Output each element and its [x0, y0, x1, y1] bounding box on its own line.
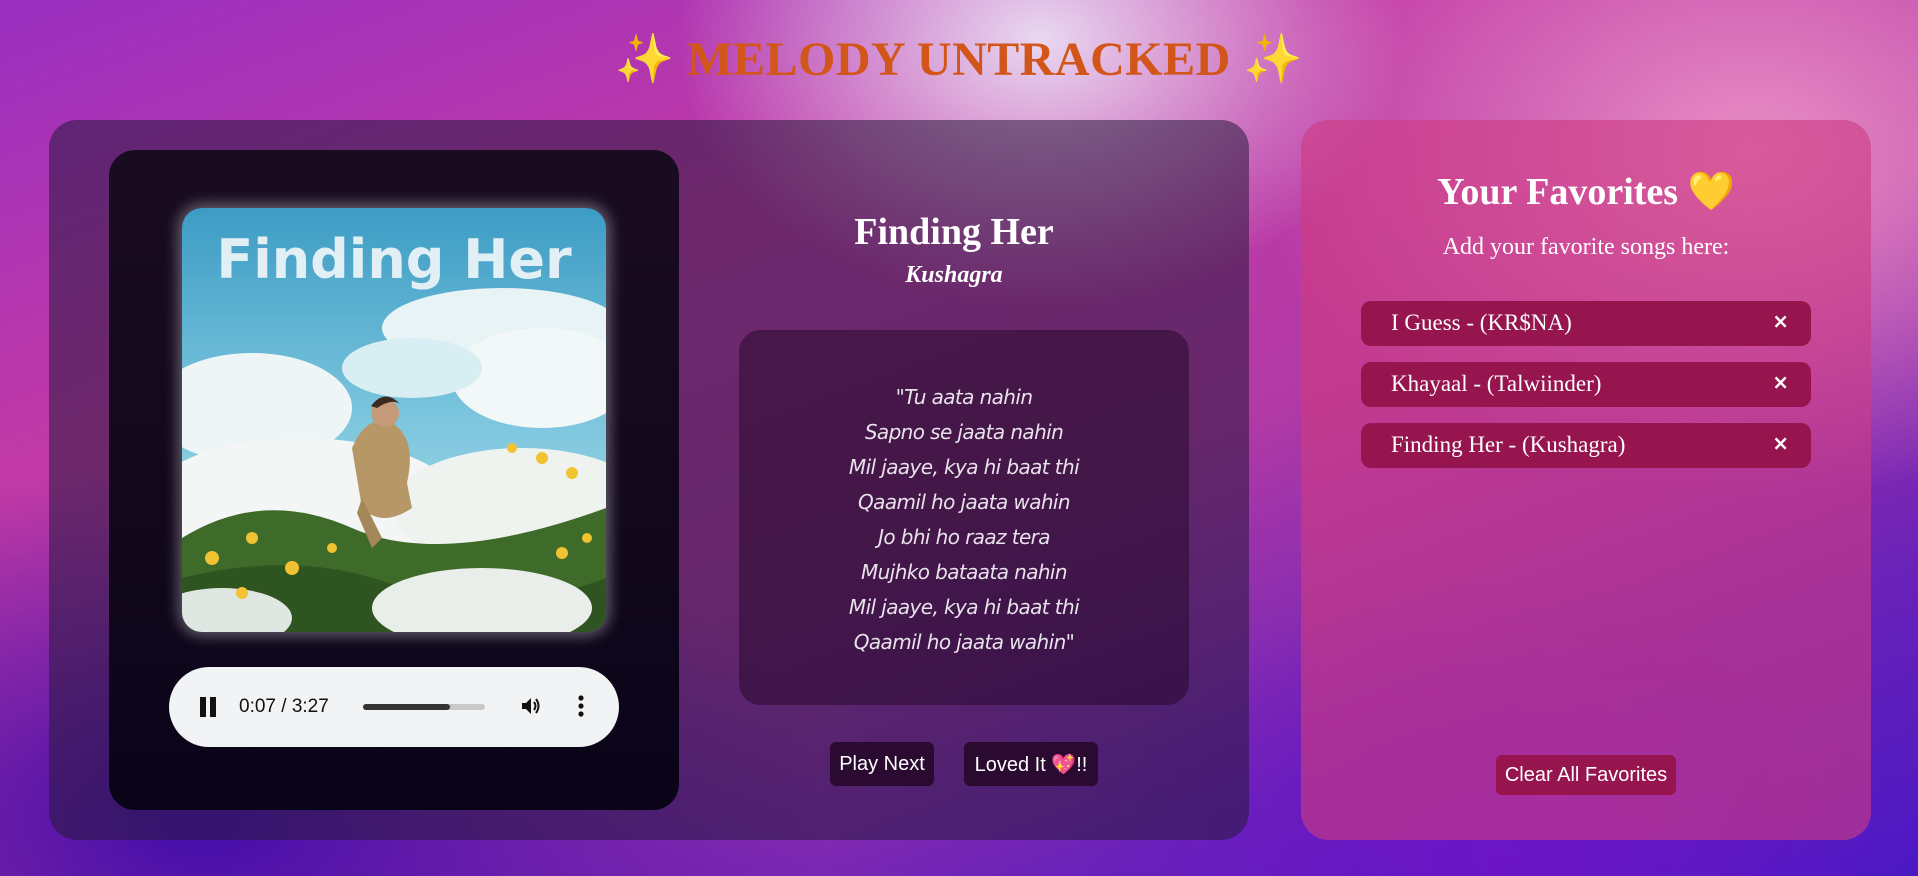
- lyrics-panel: "Tu aata nahin Sapno se jaata nahin Mil …: [739, 330, 1189, 705]
- remove-favorite-icon[interactable]: ×: [1772, 309, 1789, 333]
- play-next-button[interactable]: Play Next: [830, 742, 934, 786]
- remove-favorite-icon[interactable]: ×: [1772, 431, 1789, 455]
- song-title: Finding Her: [854, 211, 1054, 253]
- album-cover-image: Finding Her: [182, 208, 606, 632]
- favorite-item-label: Khayaal - (Talwiinder): [1391, 371, 1602, 396]
- volume-icon[interactable]: [519, 694, 543, 723]
- pause-icon[interactable]: [199, 697, 217, 717]
- lyric-line: Qaamil ho jaata wahin": [853, 630, 1075, 654]
- cover-art-title: Finding Her: [216, 228, 572, 291]
- favorites-subtitle: Add your favorite songs here:: [1442, 234, 1730, 260]
- lyric-line: Sapno se jaata nahin: [864, 420, 1064, 444]
- lyric-line: Mujhko bataata nahin: [861, 560, 1068, 584]
- favorite-item[interactable]: I Guess - (KR$NA) ×: [1361, 301, 1811, 346]
- more-vertical-icon[interactable]: [577, 694, 585, 723]
- remove-favorite-icon[interactable]: ×: [1772, 370, 1789, 394]
- lyrics-text: "Tu aata nahin Sapno se jaata nahin Mil …: [739, 380, 1189, 660]
- audio-time: 0:07 / 3:27: [239, 696, 329, 717]
- favorite-item[interactable]: Finding Her - (Kushagra) ×: [1361, 423, 1811, 468]
- favorite-item-label: Finding Her - (Kushagra): [1391, 432, 1626, 457]
- lyric-line: Mil jaaye, kya hi baat thi: [848, 455, 1080, 479]
- favorites-list: I Guess - (KR$NA) × Khayaal - (Talwiinde…: [1361, 301, 1811, 484]
- audio-progress-fill: [363, 704, 450, 710]
- favorite-item[interactable]: Khayaal - (Talwiinder) ×: [1361, 362, 1811, 407]
- audio-player[interactable]: 0:07 / 3:27: [169, 667, 619, 747]
- favorite-item-label: I Guess - (KR$NA): [1391, 310, 1572, 335]
- lyric-line: Qaamil ho jaata wahin: [858, 490, 1071, 514]
- song-artist: Kushagra: [905, 262, 1003, 288]
- favorites-panel: Your Favorites 💛 Add your favorite songs…: [1301, 120, 1871, 840]
- lyric-line: Jo bhi ho raaz tera: [878, 525, 1050, 549]
- loved-it-button[interactable]: Loved It 💖!!: [964, 742, 1098, 786]
- clear-all-favorites-button[interactable]: Clear All Favorites: [1496, 755, 1676, 795]
- audio-progress-slider[interactable]: [363, 704, 485, 710]
- player-card: Finding Her 0:07 / 3:27 Finding Her Kush…: [49, 120, 1249, 840]
- lyric-line: Mil jaaye, kya hi baat thi: [848, 595, 1080, 619]
- album-panel: Finding Her 0:07 / 3:27: [109, 150, 679, 810]
- app-title: ✨ MELODY UNTRACKED ✨: [614, 33, 1304, 86]
- lyric-line: "Tu aata nahin: [895, 385, 1033, 409]
- favorites-title: Your Favorites 💛: [1437, 171, 1735, 213]
